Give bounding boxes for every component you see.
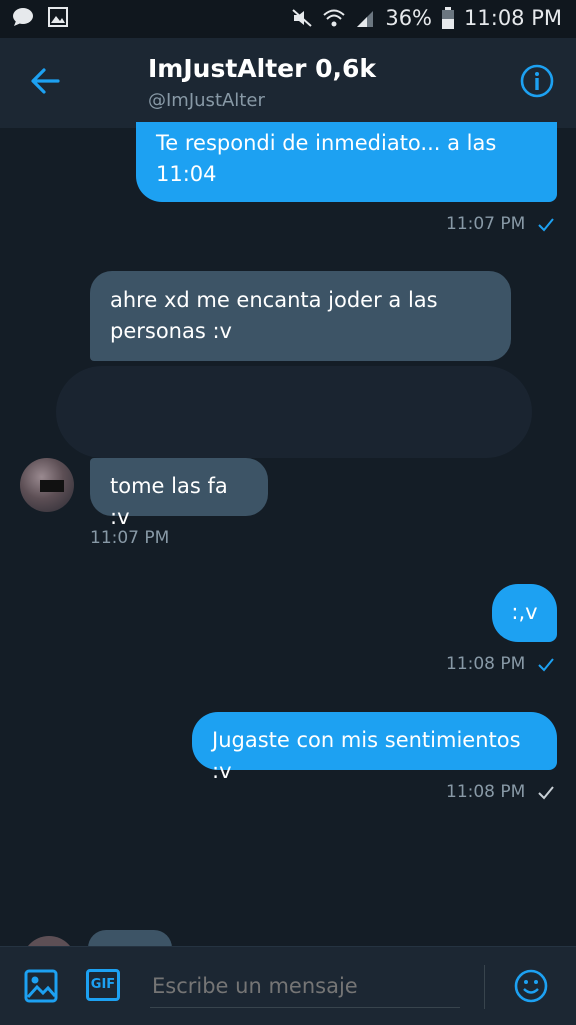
- message-bubble-outgoing[interactable]: Jugaste con mis sentimientos :v: [192, 712, 557, 783]
- info-icon[interactable]: [520, 64, 554, 98]
- image-icon[interactable]: [24, 969, 58, 1003]
- message-text: Jugaste con mis sentimientos :v: [212, 728, 521, 783]
- message-bubble-incoming[interactable]: ahre xd me encanta joder a las personas …: [90, 271, 511, 361]
- status-time: 11:08 PM: [464, 6, 562, 30]
- wifi-icon: [323, 9, 345, 27]
- signal-icon: [357, 11, 374, 27]
- gif-icon[interactable]: GIF: [86, 969, 120, 1001]
- message-time: 11:08 PM: [446, 782, 526, 802]
- gallery-icon: [48, 7, 68, 27]
- message-bubble-incoming[interactable]: tome las fa :v: [90, 458, 268, 529]
- message-input[interactable]: [150, 965, 460, 1008]
- check-icon: [538, 658, 554, 672]
- message-time: 11:07 PM: [90, 528, 170, 548]
- back-arrow-icon[interactable]: [28, 64, 62, 98]
- message-text: :,v: [511, 600, 538, 624]
- check-icon: [538, 786, 554, 800]
- mute-icon: [292, 9, 312, 27]
- notification-icon: [13, 8, 33, 26]
- conversation-title: ImJustAlter 0,6k: [148, 54, 377, 83]
- message-text: tome las fa :v: [110, 474, 228, 529]
- message-list[interactable]: Te respondi de inmediato... a las 11:04 …: [0, 122, 576, 990]
- message-time: 11:08 PM: [446, 654, 526, 674]
- check-icon: [538, 218, 554, 232]
- message-text: Te respondi de inmediato... a las 11:04: [156, 131, 497, 186]
- divider: [484, 965, 485, 1009]
- message-bubble-outgoing[interactable]: Te respondi de inmediato... a las 11:04: [136, 122, 557, 202]
- emoji-icon[interactable]: [514, 969, 548, 1003]
- message-text: ahre xd me encanta joder a las personas …: [110, 288, 438, 343]
- redacted-message: [56, 366, 532, 458]
- battery-percent: 36%: [385, 6, 433, 30]
- conversation-header: ImJustAlter 0,6k @ImJustAlter: [0, 38, 576, 128]
- conversation-handle: @ImJustAlter: [148, 90, 265, 111]
- avatar[interactable]: [20, 458, 74, 512]
- message-time: 11:07 PM: [446, 214, 526, 234]
- message-bubble-outgoing[interactable]: :,v: [492, 584, 557, 642]
- message-composer: GIF: [0, 946, 576, 1025]
- battery-icon: [442, 7, 455, 29]
- status-bar: 36% 11:08 PM: [0, 0, 576, 38]
